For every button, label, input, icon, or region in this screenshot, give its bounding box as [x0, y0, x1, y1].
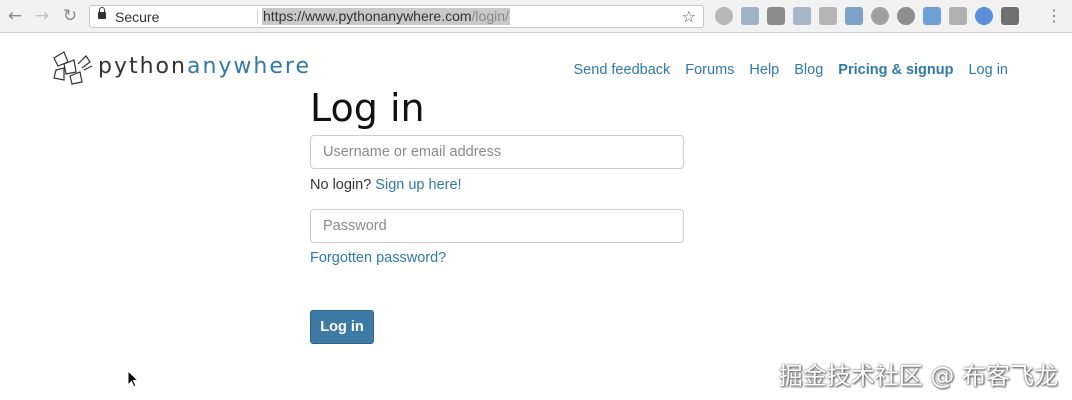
nav-blog[interactable]: Blog: [794, 62, 823, 78]
extension-icons: [715, 7, 1019, 25]
back-arrow-icon[interactable]: ←: [5, 6, 25, 26]
extension-4-icon[interactable]: [793, 7, 811, 25]
reload-icon[interactable]: ↻: [60, 6, 80, 26]
extension-1-icon[interactable]: [715, 7, 733, 25]
logo-mark-icon: [53, 51, 93, 85]
forward-arrow-icon[interactable]: →: [32, 6, 52, 26]
extension-3-icon[interactable]: [767, 7, 785, 25]
secure-label: Secure: [115, 9, 160, 25]
watermark: 掘金技术社区 @ 布客飞龙: [778, 362, 1058, 390]
extension-2-icon[interactable]: [741, 7, 759, 25]
extension-12-icon[interactable]: [1001, 7, 1019, 25]
logo-anywhere: anywhere: [186, 54, 311, 79]
extension-11-icon[interactable]: [975, 7, 993, 25]
nav-pricing-signup[interactable]: Pricing & signup: [838, 62, 953, 78]
nav-log-in[interactable]: Log in: [968, 62, 1008, 78]
url-path: /login/: [471, 8, 509, 24]
extension-8-icon[interactable]: [897, 7, 915, 25]
lock-icon: [98, 7, 106, 19]
top-nav: Send feedback Forums Help Blog Pricing &…: [574, 62, 1008, 78]
url-text[interactable]: https://www.pythonanywhere.com/login/: [262, 8, 510, 25]
nav-send-feedback[interactable]: Send feedback: [574, 62, 671, 78]
browser-toolbar: ← → ↻ Secure https://www.pythonanywhere.…: [0, 0, 1072, 33]
omnibox-divider: [257, 10, 258, 24]
extension-9-icon[interactable]: [923, 7, 941, 25]
address-bar[interactable]: Secure https://www.pythonanywhere.com/lo…: [89, 5, 704, 28]
no-login-text: No login?: [310, 177, 372, 193]
url-host: https://www.pythonanywhere.com: [263, 8, 472, 24]
logo-text: pythonanywhere: [98, 54, 311, 79]
password-input[interactable]: [310, 209, 684, 243]
signup-hint: No login? Sign up here!: [310, 177, 462, 193]
extension-6-icon[interactable]: [845, 7, 863, 25]
nav-forums[interactable]: Forums: [685, 62, 734, 78]
login-button[interactable]: Log in: [310, 310, 374, 344]
signup-link[interactable]: Sign up here!: [375, 177, 461, 193]
nav-help[interactable]: Help: [749, 62, 779, 78]
mouse-cursor-icon: [127, 370, 139, 388]
username-input[interactable]: [310, 135, 684, 169]
extension-10-icon[interactable]: [949, 7, 967, 25]
forgot-password-link[interactable]: Forgotten password?: [310, 250, 446, 266]
extension-7-icon[interactable]: [871, 7, 889, 25]
browser-menu-icon[interactable]: ⋮: [1046, 6, 1062, 25]
bookmark-star-icon[interactable]: ☆: [682, 7, 696, 26]
page-title: Log in: [310, 86, 425, 130]
pythonanywhere-logo[interactable]: pythonanywhere: [52, 50, 309, 86]
logo-python: python: [98, 54, 187, 79]
extension-5-icon[interactable]: [819, 7, 837, 25]
